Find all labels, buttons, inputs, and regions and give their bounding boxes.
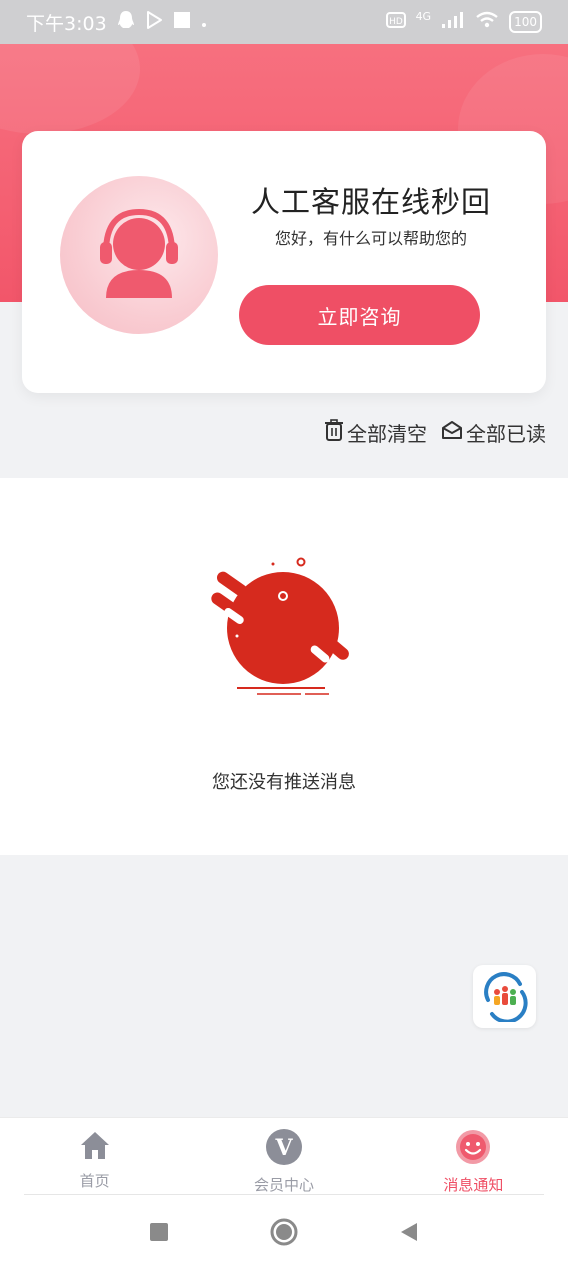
status-left: 下午3:03 <box>26 9 207 36</box>
community-logo-icon <box>483 971 528 1022</box>
back-triangle-icon <box>401 1222 417 1241</box>
dot-icon <box>201 11 207 33</box>
wifi-icon <box>475 11 499 34</box>
square-icon <box>150 1222 168 1241</box>
back-button[interactable] <box>399 1221 419 1247</box>
clear-all-button[interactable]: 全部清空 <box>324 418 427 447</box>
message-actions: 全部清空 全部已读 <box>324 418 546 447</box>
play-store-icon <box>145 10 163 35</box>
floating-app-button[interactable] <box>473 965 536 1028</box>
tab-messages-label: 消息通知 <box>443 1176 504 1194</box>
status-bar: 下午3:03 HD 4G 100 <box>0 0 568 44</box>
status-time: 下午3:03 <box>26 12 107 35</box>
signal-icon <box>441 11 465 34</box>
vip-icon: V <box>265 1128 303 1170</box>
battery-indicator: 100 <box>509 11 542 33</box>
consult-now-button[interactable]: 立即咨询 <box>239 285 480 345</box>
customer-service-card: 人工客服在线秒回 您好，有什么可以帮助您的 立即咨询 <box>22 131 546 393</box>
empty-messages-illustration <box>205 556 355 706</box>
service-subtitle: 您好，有什么可以帮助您的 <box>274 229 467 248</box>
message-list-empty: 您还没有推送消息 <box>0 478 568 855</box>
volte-icon: HD <box>385 11 406 34</box>
open-envelope-icon <box>441 420 463 445</box>
status-right: HD 4G 100 <box>385 9 542 34</box>
qq-notification-icon <box>117 10 135 35</box>
trash-icon <box>324 419 344 446</box>
mark-all-read-button[interactable]: 全部已读 <box>441 418 546 447</box>
system-navigation-bar <box>0 1195 568 1272</box>
circle-icon <box>270 1218 298 1245</box>
tab-member-center-label: 会员中心 <box>253 1176 314 1194</box>
tab-member-center[interactable]: V 会员中心 <box>189 1118 378 1196</box>
empty-messages-text: 您还没有推送消息 <box>212 772 356 793</box>
customer-service-agent-icon <box>60 176 218 334</box>
square-notification-icon <box>173 11 191 34</box>
service-title: 人工客服在线秒回 <box>250 185 491 219</box>
home-nav-button[interactable] <box>269 1217 299 1251</box>
mark-all-read-label: 全部已读 <box>466 422 546 446</box>
tab-messages[interactable]: 消息通知 <box>379 1118 568 1196</box>
bottom-tab-bar: 首页 V 会员中心 消息通知 <box>0 1117 568 1196</box>
home-icon <box>78 1128 112 1166</box>
svg-text:V: V <box>274 1135 293 1161</box>
clear-all-label: 全部清空 <box>347 422 427 446</box>
tab-home-label: 首页 <box>79 1172 110 1190</box>
svg-text:HD: HD <box>389 17 403 27</box>
network-type: 4G <box>415 9 432 23</box>
tab-home[interactable]: 首页 <box>0 1118 189 1196</box>
recent-apps-button[interactable] <box>149 1222 169 1246</box>
header-decor-circle <box>0 44 140 134</box>
smile-message-icon <box>454 1128 492 1170</box>
